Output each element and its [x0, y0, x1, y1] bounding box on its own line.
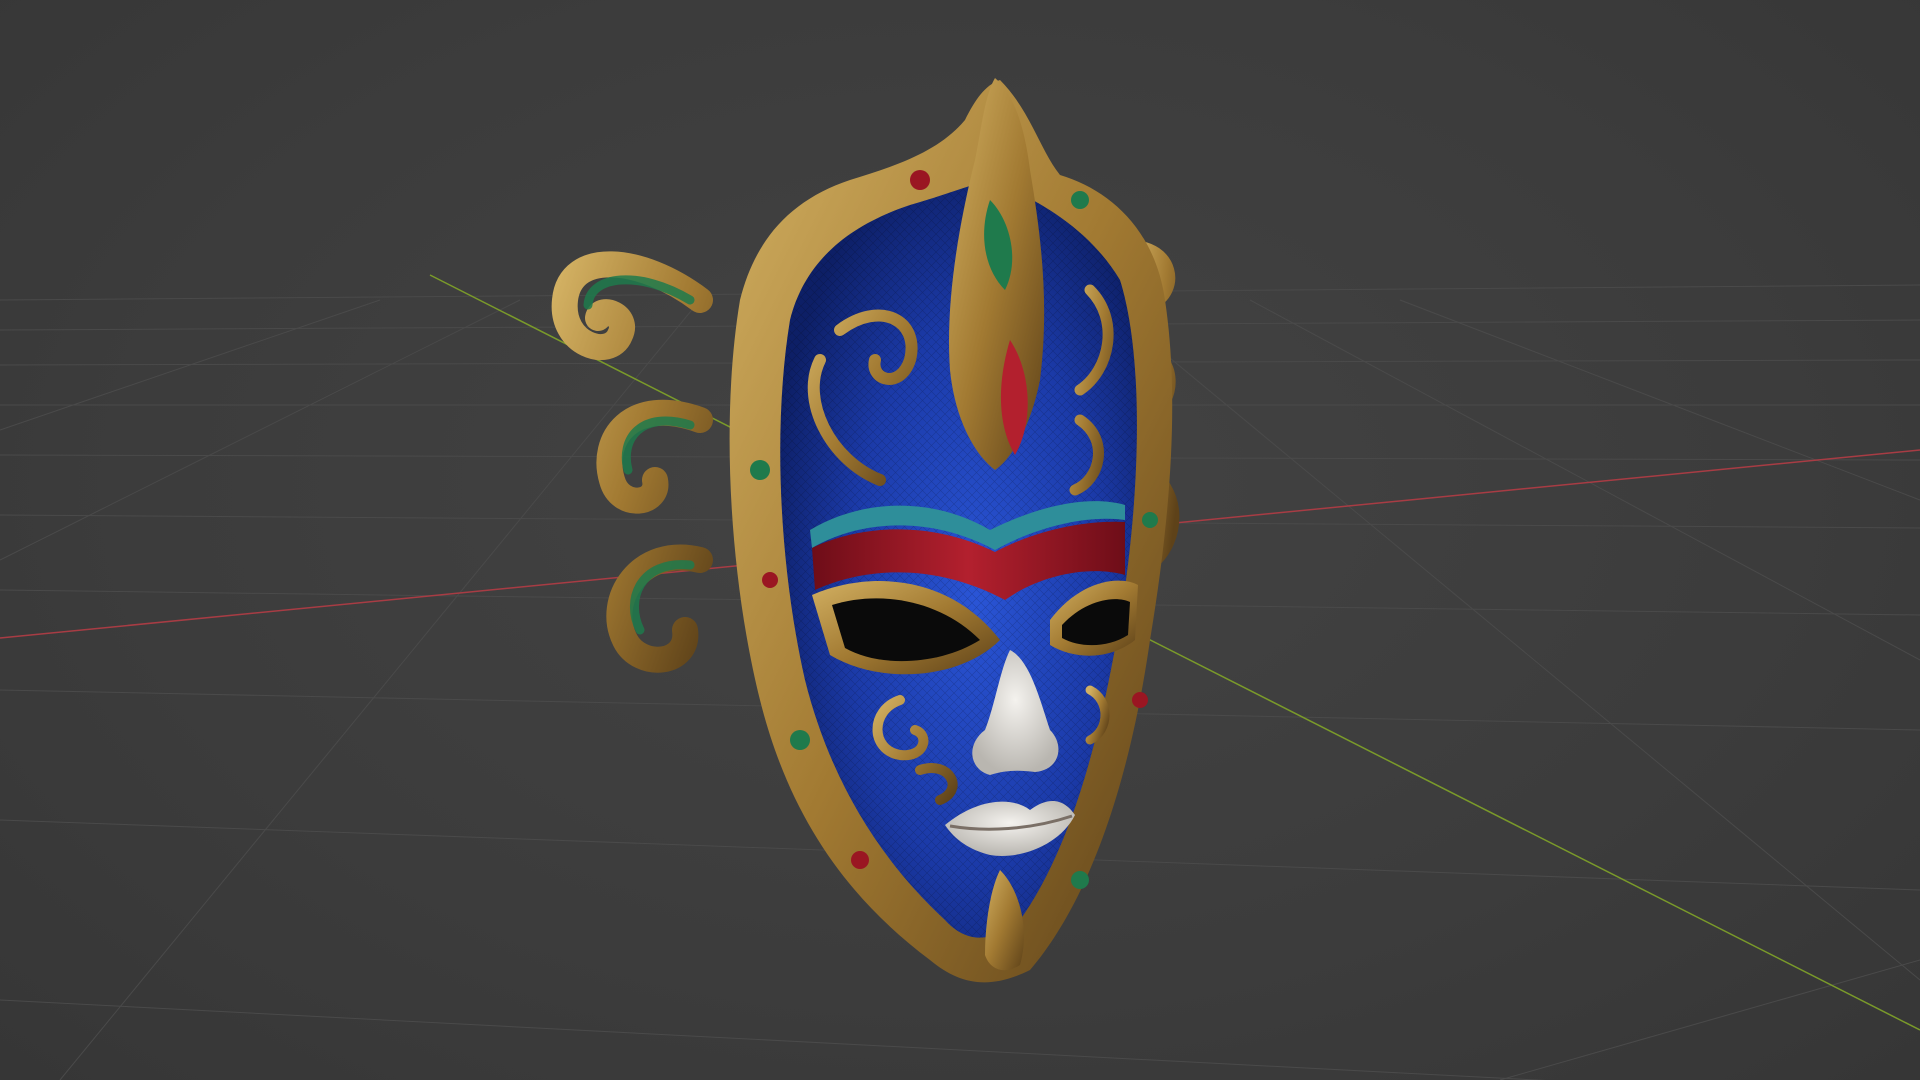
viewport-canvas[interactable] [0, 0, 1920, 1080]
3d-viewport[interactable] [0, 0, 1920, 1080]
venetian-mask-model[interactable] [551, 78, 1180, 983]
